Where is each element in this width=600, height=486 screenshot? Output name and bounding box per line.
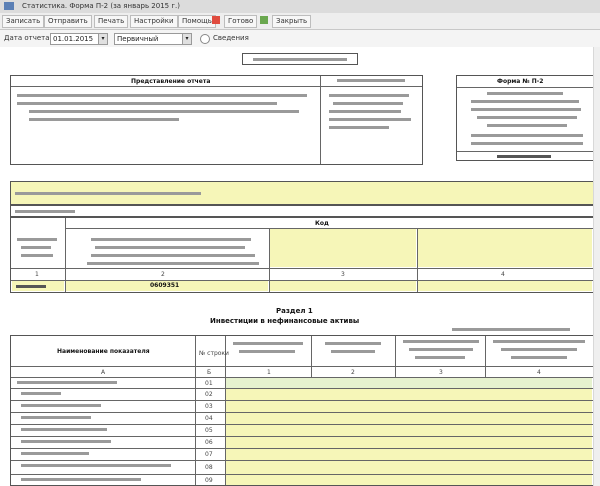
sec-col-a: А xyxy=(101,369,106,376)
form-code-box: Форма № П-2 xyxy=(456,75,594,161)
extra-radio[interactable] xyxy=(200,34,210,44)
form-top-box xyxy=(242,53,358,65)
date-label: Дата отчета: xyxy=(4,34,52,42)
send-button[interactable]: Отправить xyxy=(44,15,92,28)
codes-col-2: 2 xyxy=(161,271,165,278)
type-value: Первичный xyxy=(117,35,159,43)
section1-title: Раздел 1 xyxy=(276,307,313,315)
help-button[interactable]: Помощь xyxy=(178,15,216,28)
line-code: 03 xyxy=(205,403,213,410)
sec-col-2: 2 xyxy=(351,369,355,376)
code-cell-4[interactable] xyxy=(418,281,592,291)
code-value: 0609351 xyxy=(150,282,180,289)
address-row xyxy=(10,205,594,217)
chevron-down-icon[interactable]: ▾ xyxy=(98,34,107,44)
data-rows-fill[interactable] xyxy=(226,389,592,485)
sec-col-b: Б xyxy=(207,369,212,376)
code-cell-3-top[interactable] xyxy=(270,229,416,267)
done-button[interactable]: Готово xyxy=(224,15,258,28)
chevron-down-icon[interactable]: ▾ xyxy=(182,34,191,44)
stop-icon[interactable] xyxy=(212,16,220,24)
codes-col-3: 3 xyxy=(341,271,345,278)
type-select[interactable]: Первичный ▾ xyxy=(114,33,192,45)
report-form: Представление отчета Форма № П-2 Код 1 2… xyxy=(0,47,600,486)
section1-subtitle: Инвестиции в нефинансовые активы xyxy=(210,317,360,325)
line-code: 02 xyxy=(205,391,213,398)
toolbar: Записать Отправить Печать Настройки Помо… xyxy=(0,13,600,30)
vertical-scrollbar[interactable] xyxy=(593,47,600,486)
date-field[interactable]: 01.01.2015 ▾ xyxy=(50,33,108,45)
line-code: 05 xyxy=(205,427,213,434)
window-title: Статистика. Форма П-2 (за январь 2015 г.… xyxy=(22,2,180,10)
line-code: 07 xyxy=(205,451,213,458)
form-code: Форма № П-2 xyxy=(497,78,544,85)
data-row-total[interactable] xyxy=(226,378,592,388)
line-code: 06 xyxy=(205,439,213,446)
sec-col-4: 4 xyxy=(537,369,541,376)
header-box: Представление отчета xyxy=(10,75,423,165)
line-code: 08 xyxy=(205,464,213,471)
line-code: 04 xyxy=(205,415,213,422)
header-title: Представление отчета xyxy=(131,78,211,85)
settings-button[interactable]: Настройки xyxy=(130,15,178,28)
codes-col-head: Код xyxy=(315,220,329,227)
org-name-field[interactable] xyxy=(10,181,594,205)
codes-table: Код 1 2 3 4 0609351 xyxy=(10,217,594,293)
exit-icon[interactable] xyxy=(260,16,268,24)
code-cell-4-top[interactable] xyxy=(418,229,592,267)
sec-col-1: 1 xyxy=(267,369,271,376)
code-cell-3[interactable] xyxy=(270,281,416,291)
codes-col-4: 4 xyxy=(501,271,505,278)
sec-col-3: 3 xyxy=(439,369,443,376)
window-titlebar: Статистика. Форма П-2 (за январь 2015 г.… xyxy=(0,0,600,14)
period-bar: Дата отчета: 01.01.2015 ▾ Первичный ▾ Св… xyxy=(0,30,600,48)
close-button[interactable]: Закрыть xyxy=(272,15,312,28)
print-button[interactable]: Печать xyxy=(94,15,129,28)
date-value: 01.01.2015 xyxy=(53,35,94,43)
row-header: Наименование показателя xyxy=(57,348,150,355)
app-icon xyxy=(4,2,14,10)
save-button[interactable]: Записать xyxy=(2,15,45,28)
row-code-header: № строки xyxy=(199,350,229,357)
extra-label: Сведения xyxy=(213,34,249,42)
line-code: 01 xyxy=(205,380,213,387)
section1-table: Наименование показателя № строки А Б 1 2… xyxy=(10,335,594,486)
okpo-cell[interactable]: 0609351 xyxy=(66,281,268,291)
codes-col-1: 1 xyxy=(35,271,39,278)
line-code: 09 xyxy=(205,477,213,484)
okud-cell[interactable] xyxy=(12,281,64,291)
